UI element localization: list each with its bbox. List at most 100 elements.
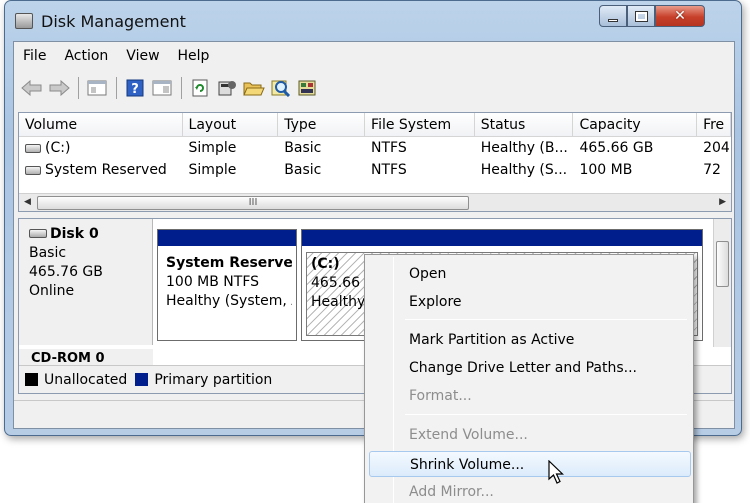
drive-icon <box>25 144 41 153</box>
search-button[interactable] <box>269 76 293 100</box>
menu-item-change-drive-letter[interactable]: Change Drive Letter and Paths... <box>369 355 691 381</box>
column-header-volume[interactable]: Volume <box>19 113 183 137</box>
menu-item-format: Format... <box>409 388 472 404</box>
title-bar[interactable]: Disk Management ✕ <box>5 1 741 41</box>
settings-button[interactable] <box>215 76 239 100</box>
menu-item-shrink-volume[interactable]: Shrink Volume... <box>369 451 691 477</box>
partition-status: Healthy (System, A <box>166 293 292 309</box>
column-header-status[interactable]: Status <box>475 113 574 137</box>
scroll-left-arrow-icon[interactable]: ◀ <box>24 197 31 207</box>
refresh-button[interactable] <box>188 76 212 100</box>
menu-action[interactable]: Action <box>55 48 117 64</box>
layout-cell: Simple <box>188 162 237 178</box>
volume-list-header: Volume Layout Type File System Status Ca… <box>19 113 731 137</box>
menu-item-open[interactable]: Open <box>369 261 691 287</box>
maximize-button[interactable] <box>627 5 655 27</box>
partition-header-bar <box>158 230 296 246</box>
status-cell: Healthy (B... <box>480 140 568 156</box>
help-icon: ? <box>126 79 144 97</box>
partition-details: System Reserved 100 MB NTFS Healthy (Sys… <box>162 252 292 336</box>
volume-name: System Reserved <box>45 162 167 178</box>
menu-view[interactable]: View <box>117 48 168 64</box>
menu-separator <box>405 414 687 415</box>
cdrom-0-label[interactable]: CD-ROM 0 <box>19 349 153 366</box>
volume-cell: (C:) <box>19 137 183 159</box>
toolbar-separator <box>181 77 182 99</box>
menu-item-explore[interactable]: Explore <box>369 289 691 315</box>
unallocated-swatch <box>25 373 38 386</box>
disk-properties-icon <box>298 80 316 96</box>
layout-cell: Simple <box>188 140 237 156</box>
cdrom-name: CD-ROM 0 <box>31 351 105 366</box>
partition-name: System Reserved <box>166 255 292 271</box>
free-space-cell: 204 <box>703 140 730 156</box>
toolbar: ? <box>14 72 734 104</box>
status-cell: Healthy (S... <box>480 162 568 178</box>
volume-list-horizontal-scrollbar[interactable]: ◀ III ▶ <box>19 193 731 211</box>
open-folder-button[interactable] <box>242 76 266 100</box>
forward-arrow-icon <box>49 80 70 96</box>
menu-bar: File Action View Help <box>14 42 734 70</box>
maximize-icon <box>634 10 648 22</box>
column-header-capacity[interactable]: Capacity <box>573 113 698 137</box>
drive-icon <box>25 166 41 175</box>
legend-label: Unallocated <box>44 371 128 388</box>
volume-list: Volume Layout Type File System Status Ca… <box>18 112 732 212</box>
type-cell: Basic <box>284 140 322 156</box>
disk-0-label[interactable]: Disk 0 Basic 465.76 GB Online <box>19 219 153 345</box>
console-tree-button[interactable] <box>85 76 109 100</box>
menu-item-mark-active[interactable]: Mark Partition as Active <box>369 327 691 353</box>
settings-icon <box>218 81 236 96</box>
primary-partition-swatch <box>135 373 149 386</box>
menu-file[interactable]: File <box>14 48 55 64</box>
forward-button[interactable] <box>47 76 71 100</box>
table-row[interactable]: (C:) Simple Basic NTFS Healthy (B... 465… <box>19 137 731 159</box>
type-cell: Basic <box>284 162 322 178</box>
disk-type: Basic <box>29 245 67 261</box>
close-button[interactable]: ✕ <box>655 5 705 27</box>
toolbar-separator <box>116 77 117 99</box>
menu-help[interactable]: Help <box>169 48 219 64</box>
vertical-scroll-thumb[interactable] <box>716 241 729 287</box>
close-icon: ✕ <box>674 8 686 24</box>
back-arrow-icon <box>21 80 42 96</box>
hard-disk-icon <box>29 229 47 238</box>
refresh-icon <box>192 79 208 97</box>
minimize-icon <box>608 18 618 22</box>
toolbar-separator <box>78 77 79 99</box>
system-reserved-partition[interactable]: System Reserved 100 MB NTFS Healthy (Sys… <box>157 229 297 341</box>
horizontal-scroll-thumb[interactable]: III <box>37 196 469 210</box>
disk-size: 465.76 GB <box>29 264 103 280</box>
open-folder-icon <box>243 82 265 96</box>
disk-panel-vertical-scrollbar[interactable] <box>713 219 731 347</box>
back-button[interactable] <box>20 76 44 100</box>
partition-header-bar <box>302 230 702 246</box>
legend-item-unallocated: Unallocated <box>25 372 127 388</box>
column-header-layout[interactable]: Layout <box>183 113 279 137</box>
legend-label: Primary partition <box>154 371 273 388</box>
properties-view-button[interactable] <box>150 76 174 100</box>
properties-view-icon <box>152 80 172 96</box>
disk-state: Online <box>29 283 75 299</box>
scroll-right-arrow-icon[interactable]: ▶ <box>719 197 726 207</box>
volume-name: (C:) <box>45 140 71 156</box>
minimize-button[interactable] <box>599 5 627 27</box>
column-header-type[interactable]: Type <box>278 113 366 137</box>
disk-properties-button[interactable] <box>296 76 320 100</box>
column-header-file-system[interactable]: File System <box>365 113 475 137</box>
column-header-free-space[interactable]: Fre <box>697 113 731 137</box>
free-space-cell: 72 <box>703 162 721 178</box>
legend-item-primary-partition: Primary partition <box>135 372 272 388</box>
mouse-pointer-icon <box>548 460 564 484</box>
disk-management-app-icon <box>15 13 33 29</box>
file-system-cell: NTFS <box>371 140 407 156</box>
disk-name: Disk 0 <box>50 226 99 242</box>
menu-item-extend-volume: Extend Volume... <box>409 427 528 443</box>
partition-context-menu: Open Explore Mark Partition as Active Ch… <box>364 254 694 503</box>
partition-size-fs: 100 MB NTFS <box>166 274 260 290</box>
menu-item-add-mirror: Add Mirror... <box>409 484 494 500</box>
volume-cell: System Reserved <box>19 159 183 181</box>
table-row[interactable]: System Reserved Simple Basic NTFS Health… <box>19 159 731 181</box>
help-button[interactable]: ? <box>123 76 147 100</box>
menu-separator <box>405 319 687 320</box>
